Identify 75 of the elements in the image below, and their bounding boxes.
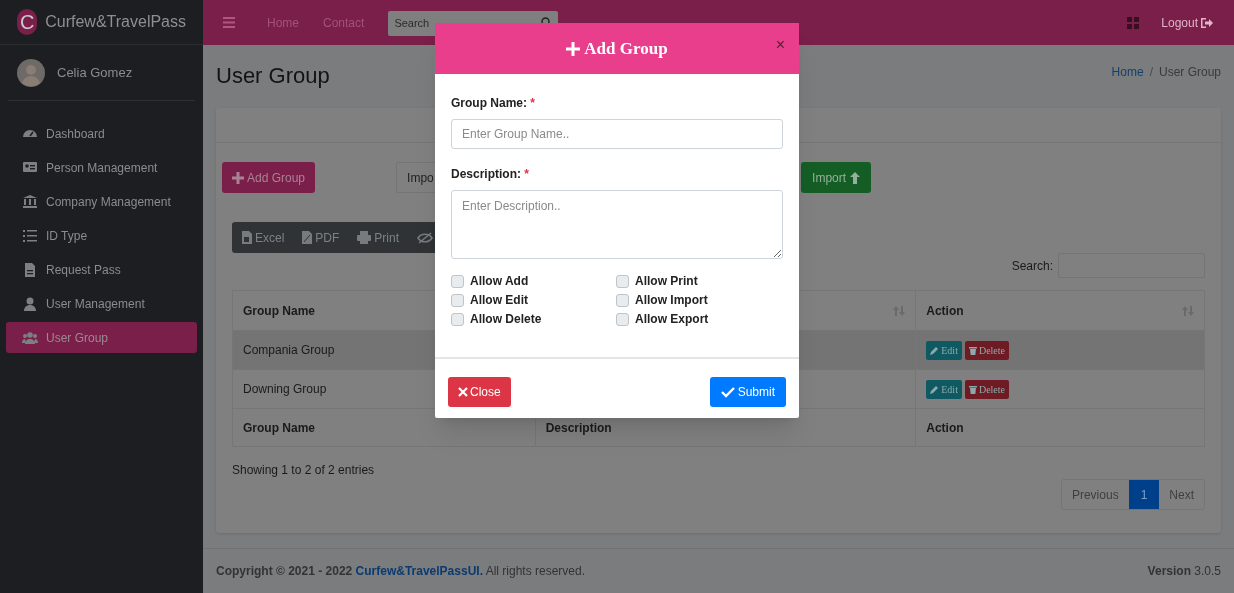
delete-button[interactable]: Delete <box>964 379 1009 399</box>
sidebar-item[interactable]: Request Pass <box>6 254 197 285</box>
trash-icon <box>968 345 977 355</box>
submit-button[interactable]: Submit <box>709 377 786 407</box>
page-title: User Group <box>216 61 330 90</box>
permission-checkbox[interactable]: Allow Print <box>616 273 783 289</box>
table-cell-text: Downing Group <box>243 381 327 398</box>
breadcrumb-separator: / <box>1149 64 1153 81</box>
sidebar-item[interactable]: Company Management <box>6 186 197 217</box>
plus-icon <box>566 41 581 56</box>
field-label: Description: * <box>451 166 530 183</box>
bank-icon <box>22 193 38 210</box>
grid-icon[interactable] <box>1127 16 1140 29</box>
menu-icon[interactable] <box>223 17 235 28</box>
brand-name[interactable]: Curfew&TravelPass <box>45 10 186 34</box>
export-button[interactable]: PDF <box>302 228 340 247</box>
document-icon <box>22 261 38 278</box>
import-button[interactable]: Import <box>801 162 872 193</box>
trash-icon <box>968 384 977 394</box>
permission-checkbox[interactable]: Allow Delete <box>451 311 616 327</box>
column-header: Action <box>926 302 964 320</box>
printer-icon <box>357 231 372 244</box>
arrow-up-icon <box>850 171 861 184</box>
sidebar-item[interactable]: Person Management <box>6 152 197 183</box>
pagination-button[interactable]: 1 <box>1128 480 1160 509</box>
table-cell-text: Compania Group <box>243 342 335 359</box>
edit-button[interactable]: Edit <box>926 340 962 360</box>
avatar <box>17 58 45 87</box>
permission-checkbox[interactable]: Allow Edit <box>451 292 616 308</box>
brand-logo: C <box>17 9 38 35</box>
close-button[interactable]: × <box>775 37 785 53</box>
group-name-field[interactable]: Enter Group Name.. <box>451 119 783 149</box>
copyright-text: Copyright © 2021 - 2022 Curfew&TravelPassUI. All rights reserved. <box>216 563 585 580</box>
hidden-eye-icon[interactable] <box>417 231 434 244</box>
sidebar-item[interactable]: ID Type <box>6 220 197 251</box>
column-footer: Action <box>926 418 964 437</box>
permission-checkbox[interactable]: Allow Add <box>451 273 616 289</box>
description-field[interactable]: Enter Description.. <box>451 190 783 259</box>
export-button[interactable]: Print <box>357 228 400 247</box>
breadcrumb-link[interactable]: Home <box>1111 63 1144 81</box>
search-label: Search: <box>1011 257 1053 275</box>
pagination-button[interactable]: Previous <box>1061 480 1129 509</box>
field-label: Group Name: * <box>451 95 536 112</box>
close-button[interactable]: Close <box>448 377 511 407</box>
sidebar-item[interactable]: Dashboard <box>6 118 197 149</box>
footer-link[interactable]: Curfew&TravelPassUI. <box>355 564 483 578</box>
permission-checkbox[interactable]: Allow Export <box>616 311 783 327</box>
plus-icon <box>232 171 244 184</box>
column-footer: Description <box>545 418 612 437</box>
user-name[interactable]: Celia Gomez <box>57 62 133 83</box>
sidebar-item[interactable]: User Group <box>6 322 197 353</box>
pencil-icon <box>930 345 940 355</box>
add-group-button[interactable]: Add Group <box>222 162 316 193</box>
user-icon <box>22 295 38 312</box>
logout-link[interactable]: Logout <box>1161 13 1214 32</box>
check-icon <box>720 386 735 398</box>
x-icon <box>458 387 468 397</box>
delete-button[interactable]: Delete <box>964 340 1009 360</box>
excel-file-icon <box>242 231 252 244</box>
pencil-icon <box>930 384 940 394</box>
dialog-title: Add Group <box>566 35 668 62</box>
column-footer: Group Name <box>243 418 315 437</box>
pagination-button[interactable]: Next <box>1159 480 1204 509</box>
edit-button[interactable]: Edit <box>926 379 962 399</box>
table-info: Showing 1 to 2 of 2 entries <box>232 462 375 477</box>
users-icon <box>22 329 38 346</box>
sidebar-item[interactable]: User Management <box>6 288 197 319</box>
logout-icon[interactable] <box>1200 15 1214 30</box>
version-text: Version 3.0.5 <box>1147 563 1221 580</box>
column-header: Group Name <box>243 302 315 320</box>
breadcrumb-current: User Group <box>1158 64 1221 81</box>
permission-checkbox[interactable]: Allow Import <box>616 292 783 308</box>
pdf-file-icon <box>302 231 313 244</box>
export-button[interactable]: Excel <box>242 228 285 247</box>
list-icon <box>22 227 38 244</box>
